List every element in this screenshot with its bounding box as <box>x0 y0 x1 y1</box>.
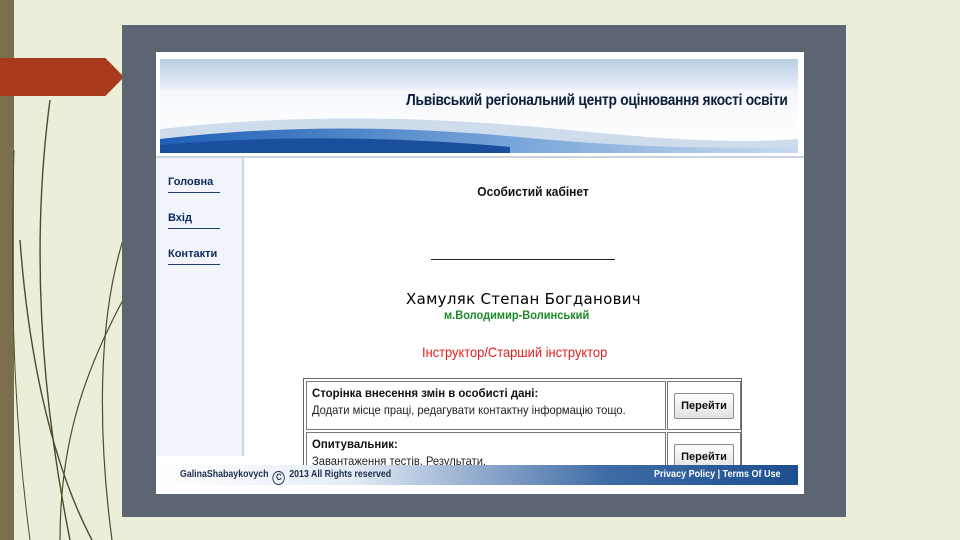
heading-underline <box>431 259 615 260</box>
header-banner: Львівський регіональний центр оцінювання… <box>160 59 798 153</box>
action-info-cell: Сторінка внесення змін в особисті дані: … <box>306 381 666 430</box>
sidebar-nav: Головна Вхід Контакти <box>156 158 244 456</box>
page-heading: Особистий кабінет <box>477 184 589 199</box>
footer-copyright-text: 2013 All Rights reserved <box>289 469 392 480</box>
footer-links: Privacy Policy | Terms Of Use <box>654 469 780 480</box>
sidebar-item-home[interactable]: Головна <box>168 176 220 193</box>
action-title: Опитувальник: <box>312 437 398 451</box>
sidebar-item-contacts[interactable]: Контакти <box>168 248 220 265</box>
red-arrow-tab <box>0 58 124 96</box>
main-content: Особистий кабінет Хамуляк Степан Богдано… <box>246 158 804 482</box>
sidebar-item-login[interactable]: Вхід <box>168 212 220 229</box>
footer-separator: | <box>717 469 720 480</box>
page-footer: GalinaShabaykovych C 2013 All Rights res… <box>156 465 798 485</box>
action-description: Додати місце праці, редагувати контактну… <box>312 403 626 417</box>
footer-copyright: GalinaShabaykovych C 2013 All Rights res… <box>180 469 391 485</box>
terms-of-use-link[interactable]: Terms Of Use <box>722 469 780 480</box>
action-button-cell: Перейти <box>667 381 741 430</box>
user-full-name: Хамуляк Степан Богданович <box>406 290 641 308</box>
user-role: Інструктор/Старший інструктор <box>422 344 608 360</box>
copyright-icon: C <box>272 471 286 485</box>
privacy-policy-link[interactable]: Privacy Policy <box>654 469 715 480</box>
user-city: м.Володимир-Волинський <box>444 308 590 322</box>
web-page: Львівський регіональний центр оцінювання… <box>156 52 804 494</box>
site-title: Львівський регіональний центр оцінювання… <box>406 92 789 109</box>
footer-author: GalinaShabaykovych <box>180 469 269 480</box>
action-title: Сторінка внесення змін в особисті дані: <box>312 386 539 400</box>
table-row: Сторінка внесення змін в особисті дані: … <box>306 381 741 430</box>
go-personal-data-button[interactable]: Перейти <box>674 393 734 419</box>
